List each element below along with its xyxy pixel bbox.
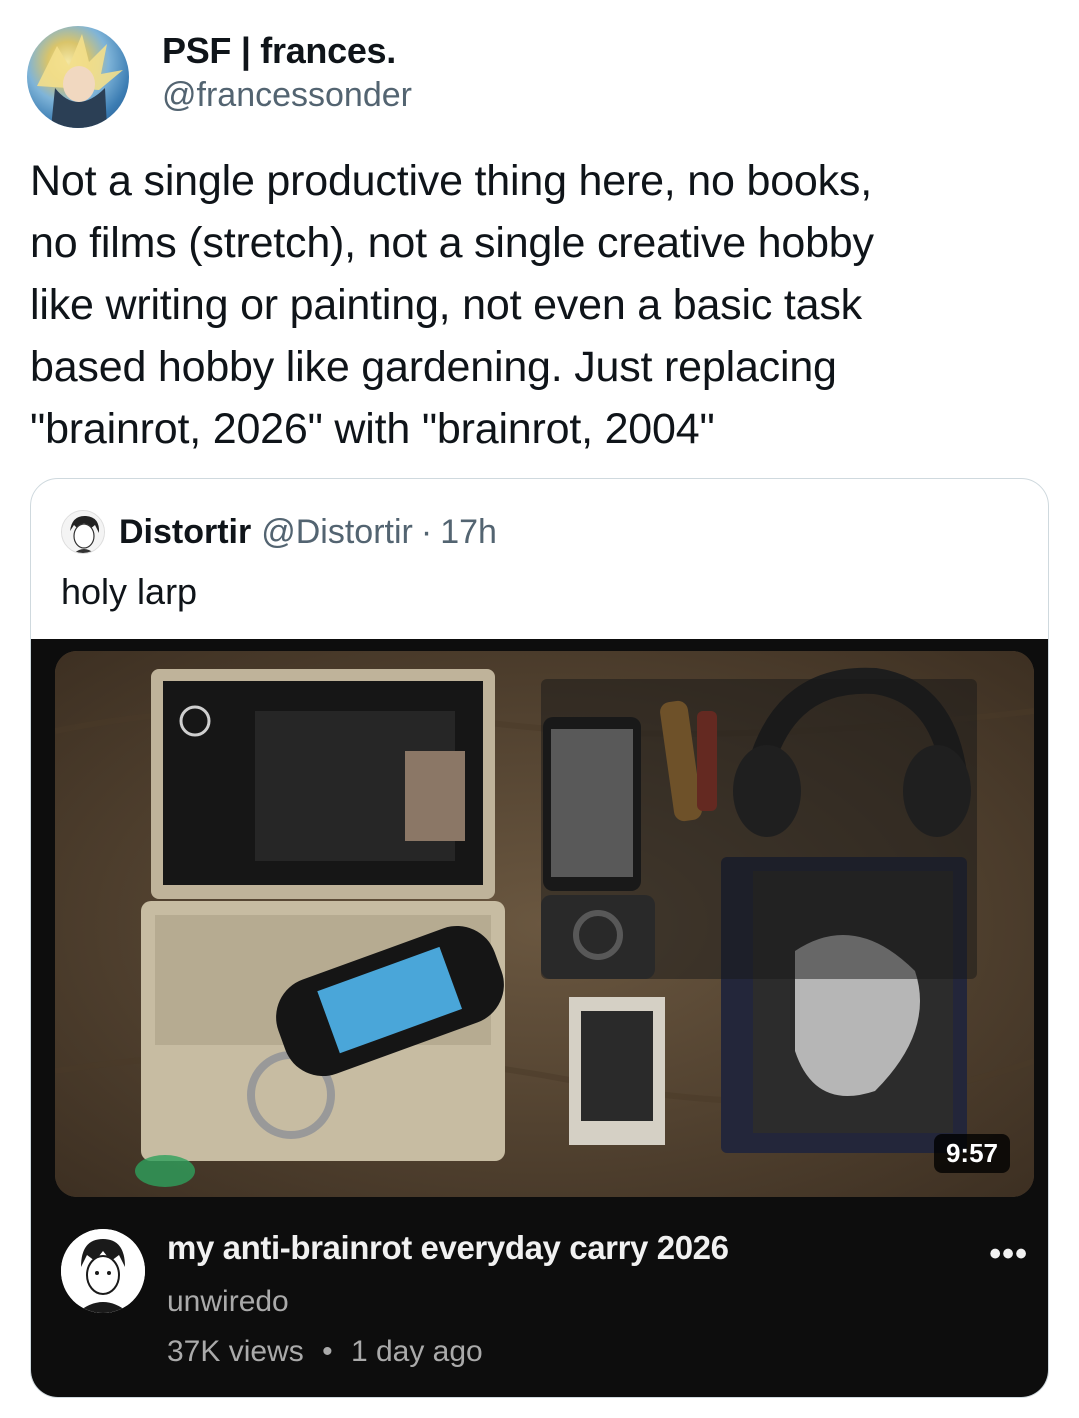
channel-name[interactable]: unwiredo [167,1285,289,1319]
tweet-text: Not a single productive thing here, no b… [30,157,874,453]
video-title[interactable]: my anti-brainrot everyday carry 2026 [167,1229,729,1267]
channel-avatar[interactable] [61,1229,145,1313]
separator-bullet: • [322,1335,333,1368]
video-card[interactable]: 9:57 my anti-brainrot everyday carry 202… [31,639,1048,1397]
quoted-tweet-header: Distortir @Distortir · 17h [61,509,497,555]
upload-age: 1 day ago [350,1335,483,1368]
user-avatar[interactable] [27,26,129,128]
video-metadata: 37K views • 1 day ago [167,1335,483,1369]
video-thumbnail[interactable]: 9:57 [55,651,1034,1197]
view-count: 37K views [167,1335,304,1368]
user-handle[interactable]: @francessonder [162,76,412,115]
quoted-display-name[interactable]: Distortir [119,513,251,552]
quoted-timestamp[interactable]: 17h [440,513,497,552]
video-duration: 9:57 [933,1134,1010,1173]
quoted-tweet-text: holy larp [61,571,198,612]
display-name[interactable]: PSF | frances. [162,30,396,72]
quoted-user-avatar[interactable] [61,510,105,554]
separator-dot: · [420,512,433,551]
quoted-user-handle[interactable]: @Distortir [261,513,413,552]
more-options-icon[interactable]: ••• [989,1235,1028,1274]
tweet: PSF | frances. @francessonder Not a sing… [0,0,1079,1418]
quoted-tweet[interactable]: Distortir @Distortir · 17h holy larp 9:5… [30,478,1049,1398]
